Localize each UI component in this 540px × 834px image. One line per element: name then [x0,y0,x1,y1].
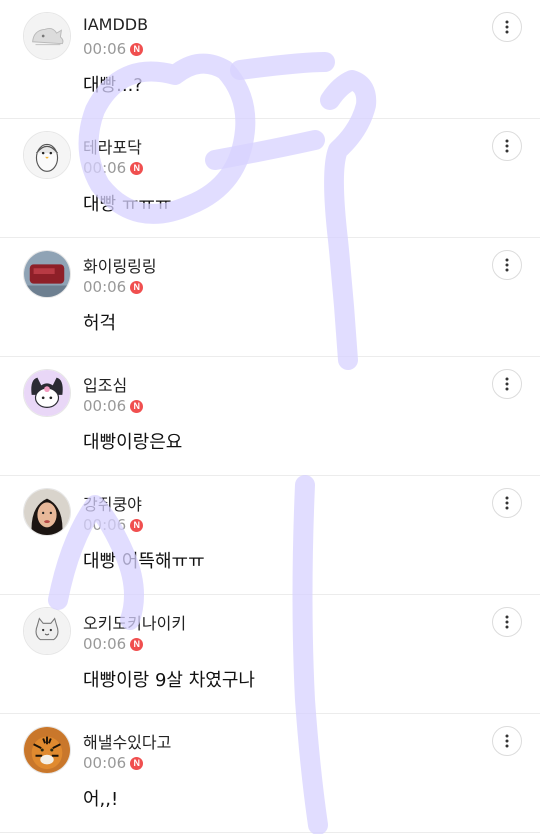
new-badge: N [130,399,144,413]
nickname[interactable]: 해낼수있다고 [83,729,171,753]
kebab-menu-icon [505,139,509,153]
cat-icon [24,608,70,654]
comment-text: 대빵...? [83,75,143,96]
kebab-menu-icon [505,20,509,34]
kuromi-icon [24,370,70,416]
timestamp: 00:06 [83,397,127,415]
new-badge: N [130,280,144,294]
comment-item: 해낼수있다고 00:06 N 어,,! [0,714,540,833]
timestamp: 00:06 [83,40,127,58]
new-badge: N [130,756,144,770]
avatar[interactable] [23,488,71,536]
more-options-button[interactable] [492,250,522,280]
kebab-menu-icon [505,258,509,272]
comment-item: 입조심 00:06 N 대빵이랑은요 [0,357,540,476]
avatar[interactable] [23,131,71,179]
comment-meta: 00:06 N [83,754,144,772]
comment-item: 오키도키나이키 00:06 N 대빵이랑 9살 차였구나 [0,595,540,714]
comment-text: 허걱 [83,313,117,334]
avatar[interactable] [23,12,71,60]
nickname[interactable]: IAMDDB [83,15,148,34]
more-options-button[interactable] [492,607,522,637]
avatar[interactable] [23,607,71,655]
red-pouch-photo [24,251,70,297]
avatar[interactable] [23,726,71,774]
kebab-menu-icon [505,734,509,748]
comment-item: IAMDDB 00:06 N 대빵...? [0,0,540,119]
timestamp: 00:06 [83,278,127,296]
timestamp: 00:06 [83,635,127,653]
new-badge: N [130,42,144,56]
comment-meta: 00:06 N [83,635,144,653]
comment-text: 대빵이랑은요 [83,432,183,453]
new-badge: N [130,518,144,532]
comment-meta: 00:06 N [83,159,144,177]
kebab-menu-icon [505,615,509,629]
comment-meta: 00:06 N [83,278,144,296]
comment-text: 대빵 어뜩해ㅠㅠ [83,551,205,572]
nickname[interactable]: 화이링링링 [83,253,157,277]
more-options-button[interactable] [492,131,522,161]
kebab-menu-icon [505,496,509,510]
nickname[interactable]: 오키도키나이키 [83,610,186,634]
dino-icon [24,13,70,59]
nickname[interactable]: 테라포닥 [83,134,142,158]
more-options-button[interactable] [492,12,522,42]
woman-portrait-photo [24,489,70,535]
comment-meta: 00:06 N [83,516,144,534]
timestamp: 00:06 [83,516,127,534]
comment-item: 화이링링링 00:06 N 허걱 [0,238,540,357]
tiger-photo [24,727,70,773]
new-badge: N [130,637,144,651]
timestamp: 00:06 [83,159,127,177]
more-options-button[interactable] [492,369,522,399]
avatar[interactable] [23,369,71,417]
new-badge: N [130,161,144,175]
penguin-icon [24,132,70,178]
avatar[interactable] [23,250,71,298]
nickname[interactable]: 강쥐쿵야 [83,491,142,515]
kebab-menu-icon [505,377,509,391]
comment-text: 어,,! [83,789,119,810]
comment-text: 대빵 ㅠㅠㅠ [83,194,172,215]
comment-item: 테라포닥 00:06 N 대빵 ㅠㅠㅠ [0,119,540,238]
more-options-button[interactable] [492,488,522,518]
comment-meta: 00:06 N [83,40,144,58]
comment-text: 대빵이랑 9살 차였구나 [83,670,255,691]
nickname[interactable]: 입조심 [83,372,127,396]
comment-feed: IAMDDB 00:06 N 대빵...? 테라포닥 00:06 N 대빵 ㅠㅠ… [0,0,540,833]
more-options-button[interactable] [492,726,522,756]
comment-item: 강쥐쿵야 00:06 N 대빵 어뜩해ㅠㅠ [0,476,540,595]
timestamp: 00:06 [83,754,127,772]
comment-meta: 00:06 N [83,397,144,415]
